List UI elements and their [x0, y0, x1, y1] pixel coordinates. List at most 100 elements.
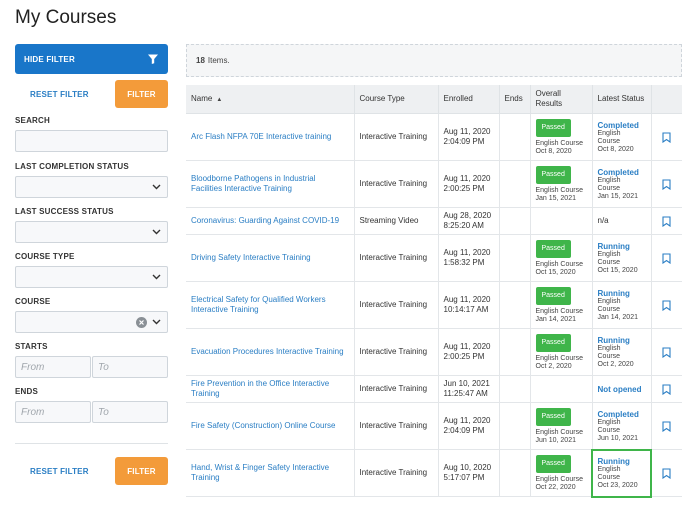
course-name-link[interactable]: Driving Safety Interactive Training [191, 253, 311, 262]
col-header-course-type[interactable]: Course Type [353, 85, 438, 114]
cell-latest-status: Completed English Course Oct 8, 2020 [591, 113, 651, 161]
cell-bookmark [650, 234, 682, 282]
filter-button-bottom[interactable]: FILTER [115, 457, 168, 485]
reset-filter-link[interactable]: RESET FILTER [15, 90, 89, 99]
cell-ends [498, 402, 530, 450]
passed-badge: Passed [535, 454, 571, 473]
enrolled-date: Aug 11, 2020 [443, 174, 491, 183]
status-text: Running [597, 288, 630, 298]
course-name-link[interactable]: Evacuation Procedures Interactive Traini… [191, 347, 344, 356]
cell-latest-status: Running English Course Oct 15, 2020 [591, 234, 651, 282]
result-date: Oct 15, 2020 [535, 268, 576, 276]
course-name-link[interactable]: Electrical Safety for Qualified Workers … [191, 295, 326, 314]
col-header-name[interactable]: Name ▲ [186, 85, 354, 114]
starts-from-input[interactable]: From [15, 356, 91, 378]
status-na: n/a [597, 216, 609, 225]
starts-label: STARTS [15, 342, 48, 351]
cell-course-type: Interactive Training [353, 281, 438, 329]
status-date: Jan 14, 2021 [597, 313, 638, 321]
cell-course-type: Interactive Training [353, 402, 438, 450]
passed-badge: Passed [535, 165, 571, 184]
ends-from-input[interactable]: From [15, 401, 91, 423]
bookmark-icon[interactable] [662, 346, 671, 358]
course-name-link[interactable]: Arc Flash NFPA 70E Interactive training [191, 132, 331, 141]
enrolled-time: 10:14:17 AM [443, 305, 489, 314]
status-text: Completed [597, 120, 639, 130]
passed-badge: Passed [535, 333, 571, 352]
course-name-link[interactable]: Hand, Wrist & Finger Safety Interactive … [191, 463, 329, 482]
result-date: Jun 10, 2021 [535, 436, 576, 444]
col-header-latest-status[interactable]: Latest Status [591, 85, 651, 114]
table-row[interactable]: Electrical Safety for Qualified Workers … [186, 281, 682, 329]
cell-overall-result: Passed English Course Oct 15, 2020 [529, 234, 592, 282]
cell-latest-status: Completed English Course Jun 10, 2021 [591, 402, 651, 450]
last-success-select[interactable] [15, 221, 168, 243]
bookmark-icon[interactable] [662, 420, 671, 432]
reset-filter-link-bottom[interactable]: RESET FILTER [15, 467, 89, 476]
cell-overall-result [529, 375, 592, 403]
result-language: English Course [535, 186, 583, 194]
table-row[interactable]: Arc Flash NFPA 70E Interactive training I… [186, 113, 682, 161]
course-type-select[interactable] [15, 266, 168, 288]
col-header-enrolled[interactable]: Enrolled [437, 85, 499, 114]
course-name-link[interactable]: Coronavirus: Guarding Against COVID-19 [191, 216, 339, 225]
hide-filter-button[interactable]: HIDE FILTER [15, 44, 168, 74]
cell-overall-result [529, 207, 592, 235]
cell-overall-result: Passed English Course Jan 15, 2021 [529, 160, 592, 208]
course-name-link[interactable]: Fire Safety (Construction) Online Course [191, 421, 336, 430]
cell-enrolled: Aug 11, 2020 2:00:25 PM [437, 160, 499, 208]
passed-badge: Passed [535, 118, 571, 137]
col-header-overall-results[interactable]: Overall Results [529, 85, 592, 114]
filter-sidebar: HIDE FILTER RESET FILTER FILTER SEARCH L… [15, 44, 168, 494]
last-completion-select[interactable] [15, 176, 168, 198]
starts-to-input[interactable]: To [92, 356, 168, 378]
ends-to-input[interactable]: To [92, 401, 168, 423]
course-name-link[interactable]: Bloodborne Pathogens in Industrial Facil… [191, 174, 316, 193]
cell-enrolled: Aug 28, 2020 8:25:20 AM [437, 207, 499, 235]
cell-bookmark [650, 402, 682, 450]
table-row[interactable]: Hand, Wrist & Finger Safety Interactive … [186, 448, 682, 498]
enrolled-date: Aug 11, 2020 [443, 295, 491, 304]
status-language: English [597, 465, 621, 473]
col-header-bookmark [650, 85, 682, 114]
cell-latest-status: Running English Course Jan 14, 2021 [591, 281, 651, 329]
result-date: Jan 15, 2021 [535, 194, 576, 202]
bookmark-icon[interactable] [662, 383, 671, 395]
bookmark-icon[interactable] [662, 131, 671, 143]
bookmark-icon[interactable] [662, 215, 671, 227]
table-row[interactable]: Bloodborne Pathogens in Industrial Facil… [186, 160, 682, 208]
cell-bookmark [650, 375, 682, 403]
table-row[interactable]: Evacuation Procedures Interactive Traini… [186, 328, 682, 376]
status-text: Completed [597, 409, 639, 419]
course-name-link[interactable]: Fire Prevention in the Office Interactiv… [191, 379, 329, 398]
cell-enrolled: Aug 11, 2020 2:04:09 PM [437, 113, 499, 161]
clear-icon[interactable] [136, 316, 147, 328]
bookmark-icon[interactable] [662, 299, 671, 311]
cell-overall-result: Passed English Course Jan 14, 2021 [529, 281, 592, 329]
table-row[interactable]: Coronavirus: Guarding Against COVID-19 St… [186, 207, 682, 235]
cell-name: Bloodborne Pathogens in Industrial Facil… [186, 160, 354, 208]
cell-overall-result: Passed English Course Jun 10, 2021 [529, 402, 592, 450]
table-row[interactable]: Fire Safety (Construction) Online Course… [186, 402, 682, 450]
status-date: Oct 2, 2020 [597, 360, 634, 368]
enrolled-time: 2:00:25 PM [443, 184, 485, 193]
course-select[interactable] [15, 311, 168, 333]
table-row[interactable]: Driving Safety Interactive Training Inter… [186, 234, 682, 282]
bookmark-icon[interactable] [662, 252, 671, 264]
search-input[interactable] [15, 130, 168, 152]
bookmark-icon[interactable] [662, 178, 671, 190]
enrolled-date: Jun 10, 2021 [443, 379, 490, 388]
cell-ends [498, 449, 530, 497]
status-course: Course [597, 184, 621, 192]
status-course: Course [597, 473, 621, 481]
cell-course-type: Interactive Training [353, 328, 438, 376]
cell-ends [498, 375, 530, 403]
sidebar-divider [15, 443, 168, 444]
cell-ends [498, 328, 530, 376]
cell-bookmark [650, 281, 682, 329]
bookmark-icon[interactable] [662, 467, 671, 479]
table-row[interactable]: Fire Prevention in the Office Interactiv… [186, 375, 682, 403]
filter-button[interactable]: FILTER [115, 80, 168, 108]
enrolled-time: 2:04:09 PM [443, 137, 485, 146]
col-header-ends[interactable]: Ends [498, 85, 530, 114]
